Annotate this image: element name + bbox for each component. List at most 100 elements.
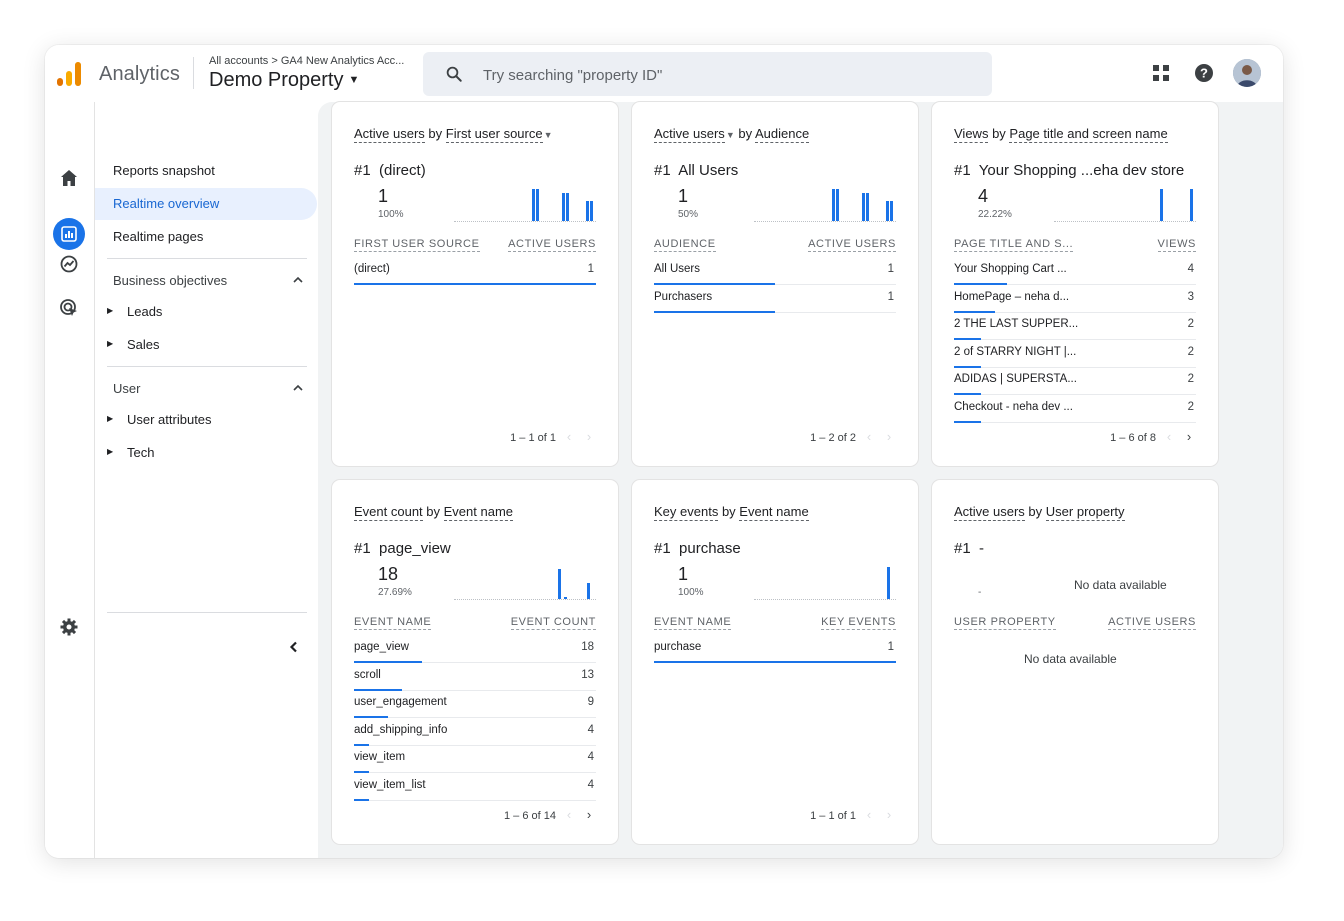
metric-selector[interactable]: Event count [354,504,423,521]
nav-item-reports-snapshot[interactable]: Reports snapshot [95,155,317,187]
nav-item-label: Realtime pages [113,229,204,244]
table-row[interactable]: Your Shopping Cart ... 4 [954,257,1196,285]
table-row[interactable]: ADIDAS | SUPERSTA... 2 [954,367,1196,395]
top-item-rank: #1 (direct) [354,162,426,179]
app-name: Analytics [99,63,180,85]
title-joiner: by [424,126,446,141]
nav-item-realtime-pages[interactable]: Realtime pages [95,221,317,253]
table-row[interactable]: view_item 4 [354,745,596,773]
section-user[interactable]: User [113,381,140,396]
metric-selector[interactable]: Views [954,126,989,143]
settings-icon[interactable] [59,617,79,637]
nav-item-sales[interactable]: ▶ Sales [95,333,317,357]
table-row[interactable]: HomePage – neha d... 3 [954,285,1196,313]
chevron-left-icon[interactable]: ‹ [562,429,576,444]
table-row[interactable]: (direct) 1 [354,257,596,285]
search-icon [446,66,462,82]
column-header-metric[interactable]: ACTIVE USERS [1108,616,1196,630]
table-row[interactable]: 2 THE LAST SUPPER... 2 [954,312,1196,340]
sparkline-baseline [754,221,896,222]
column-header-dimension[interactable]: PAGE TITLE AND S... [954,238,1074,252]
realtime-card: Views by Page title and screen name #1 Yo… [932,102,1218,466]
search-input[interactable] [481,52,965,98]
realtime-content: Active users by First user source▼ #1 (di… [318,102,1283,858]
breadcrumb[interactable]: All accounts > GA4 New Analytics Acc... [209,55,404,67]
dropdown-arrow-icon[interactable]: ▼ [726,130,735,140]
nav-item-tech[interactable]: ▶ Tech [95,441,317,465]
column-header-dimension[interactable]: EVENT NAME [654,616,732,630]
table-row[interactable]: Purchasers 1 [654,285,896,313]
row-share-bar [354,283,596,285]
chevron-up-icon[interactable] [291,381,305,395]
table-row[interactable]: page_view 18 [354,635,596,663]
help-icon[interactable]: ? [1194,63,1214,83]
reports-icon[interactable] [59,224,79,244]
metric-selector[interactable]: Active users [354,126,425,143]
chevron-left-icon[interactable]: ‹ [862,807,876,822]
chevron-right-icon[interactable]: › [582,429,596,444]
analytics-logo-icon[interactable] [57,62,83,86]
dimension-selector[interactable]: User property [1045,504,1125,521]
row-value: 4 [587,723,594,736]
column-header-metric[interactable]: ACTIVE USERS [508,238,596,252]
avatar[interactable] [1233,59,1261,87]
column-header-dimension[interactable]: EVENT NAME [354,616,432,630]
sparkline-bar [532,189,535,221]
column-header-metric[interactable]: VIEWS [1157,238,1196,252]
explore-icon[interactable] [59,254,79,274]
metric-selector[interactable]: Key events [654,504,719,521]
column-header-metric[interactable]: ACTIVE USERS [808,238,896,252]
top-item-percent: 27.69% [378,587,412,598]
row-value: 4 [587,751,594,763]
column-header-metric[interactable]: EVENT COUNT [510,616,596,630]
row-label: page_view [354,641,409,653]
nav-item-leads[interactable]: ▶ Leads [95,300,317,324]
dropdown-arrow-icon[interactable]: ▼ [544,130,553,140]
table-row[interactable]: scroll 13 [354,663,596,691]
row-value: 1 [587,263,594,275]
chevron-up-icon[interactable] [291,273,305,287]
column-header-dimension[interactable]: AUDIENCE [654,238,716,252]
metric-selector[interactable]: Active users [654,126,725,143]
table-row[interactable]: 2 of STARRY NIGHT |... 2 [954,340,1196,368]
table-row[interactable]: purchase 1 [654,635,896,663]
nav-item-user-attributes[interactable]: ▶ User attributes [95,408,317,432]
section-business-objectives[interactable]: Business objectives [113,273,227,288]
table-row[interactable]: user_engagement 9 [354,690,596,718]
dimension-selector[interactable]: Event name [443,504,513,521]
dimension-selector[interactable]: Audience [754,126,810,143]
chevron-left-icon[interactable]: ‹ [862,429,876,444]
row-label: 2 of STARRY NIGHT |... [954,345,1077,358]
home-icon[interactable] [59,168,79,188]
metric-selector[interactable]: Active users [954,504,1025,521]
top-item-value: 1 [678,564,689,584]
no-data-chart: No data available [1074,578,1167,592]
realtime-card: Event count by Event name #1 page_view 18 2… [332,480,618,844]
chevron-left-icon[interactable] [287,640,301,654]
column-header-dimension[interactable]: FIRST USER SOURCE [354,238,480,252]
chevron-right-icon[interactable]: › [1182,429,1196,444]
chevron-right-icon[interactable]: › [882,807,896,822]
chevron-right-icon[interactable]: › [582,807,596,822]
realtime-card: Key events by Event name #1 purchase 1 100%… [632,480,918,844]
chevron-right-icon[interactable]: › [882,429,896,444]
sparkline-bar [1160,189,1163,221]
property-selector[interactable]: Demo Property ▼ [209,69,359,92]
table-row[interactable]: add_shipping_info 4 [354,718,596,746]
apps-grid-icon[interactable] [1151,63,1171,83]
dimension-selector[interactable]: Event name [739,504,809,521]
chevron-left-icon[interactable]: ‹ [1162,429,1176,444]
card-title: Active users by User property [954,504,1125,521]
dimension-selector[interactable]: First user source [445,126,543,143]
chevron-left-icon[interactable]: ‹ [562,807,576,822]
column-header-metric[interactable]: KEY EVENTS [821,616,896,630]
table-row[interactable]: view_item_list 4 [354,773,596,801]
table-row[interactable]: Checkout - neha dev ... 2 [954,395,1196,423]
table-row[interactable]: All Users 1 [654,257,896,285]
advertising-icon[interactable] [59,298,79,318]
column-header-dimension[interactable]: USER PROPERTY [954,616,1056,630]
sparkline-bar [886,201,889,221]
dimension-selector[interactable]: Page title and screen name [1009,126,1168,143]
search-box[interactable] [423,52,992,98]
nav-item-realtime-overview[interactable]: Realtime overview [95,188,317,220]
